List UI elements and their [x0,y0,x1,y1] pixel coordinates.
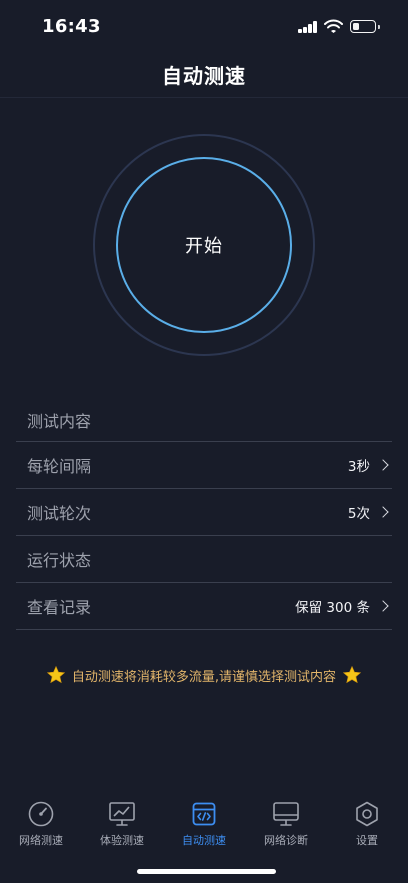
tab-experience-test[interactable]: 体验测速 [82,800,162,848]
setting-value: 保留 300 条 [295,600,370,616]
setting-view-records[interactable]: 查看记录 保留 300 条 [16,583,392,630]
tab-label: 体验测速 [100,834,144,847]
monitor-icon [273,802,299,826]
setting-value: 3秒 [347,459,370,475]
settings-list: 测试内容 每轮间隔 3秒 测试轮次 5次 运行状态 查看记录 保留 300 条 [16,395,392,630]
setting-label: 运行状态 [27,551,92,570]
warning-text: 自动测速将消耗较多流量,请谨慎选择测试内容 [71,669,337,685]
setting-test-rounds[interactable]: 测试轮次 5次 [16,489,392,536]
tab-network-diagnosis[interactable]: 网络诊断 [246,800,326,848]
setting-label: 测试内容 [27,412,92,431]
setting-label: 测试轮次 [27,504,92,523]
setting-label: 查看记录 [27,598,92,617]
speedometer-icon [28,801,54,827]
chevron-right-icon [377,506,389,518]
battery-cap [377,24,380,29]
tab-label: 设置 [356,834,378,847]
start-button[interactable]: 开始 [116,157,292,333]
code-window-icon [192,802,216,826]
traffic-warning: 自动测速将消耗较多流量,请谨慎选择测试内容 [0,663,408,687]
tab-settings[interactable]: 设置 [327,800,407,848]
cellular-signal-icon [298,21,318,33]
setting-round-interval[interactable]: 每轮间隔 3秒 [16,442,392,489]
battery-level [352,22,359,30]
chevron-right-icon [377,459,389,471]
chart-monitor-icon [109,802,135,826]
chevron-right-icon [377,600,389,612]
battery-icon [350,20,376,33]
header: 自动测速 [0,50,408,98]
tab-label: 网络诊断 [264,834,308,847]
setting-test-content[interactable]: 测试内容 [16,395,392,442]
tab-bar: 网络测速 体验测速 自动测速 网络诊断 设置 [0,790,408,860]
tab-auto-speed-test[interactable]: 自动测速 [164,800,244,848]
home-indicator [137,869,276,874]
setting-value: 5次 [347,506,370,522]
page-title: 自动测速 [162,64,246,88]
tab-label: 自动测速 [182,834,226,847]
setting-run-status: 运行状态 [16,536,392,583]
wifi-icon [324,19,343,33]
setting-label: 每轮间隔 [27,457,92,476]
star-icon [342,665,362,684]
tab-label: 网络测速 [19,834,63,847]
tab-network-speed-test[interactable]: 网络测速 [1,800,81,848]
star-icon [46,665,66,684]
status-bar: 16:43 [0,0,408,50]
hexagon-gear-icon [356,801,378,827]
start-label: 开始 [185,236,223,257]
status-time: 16:43 [42,16,101,37]
